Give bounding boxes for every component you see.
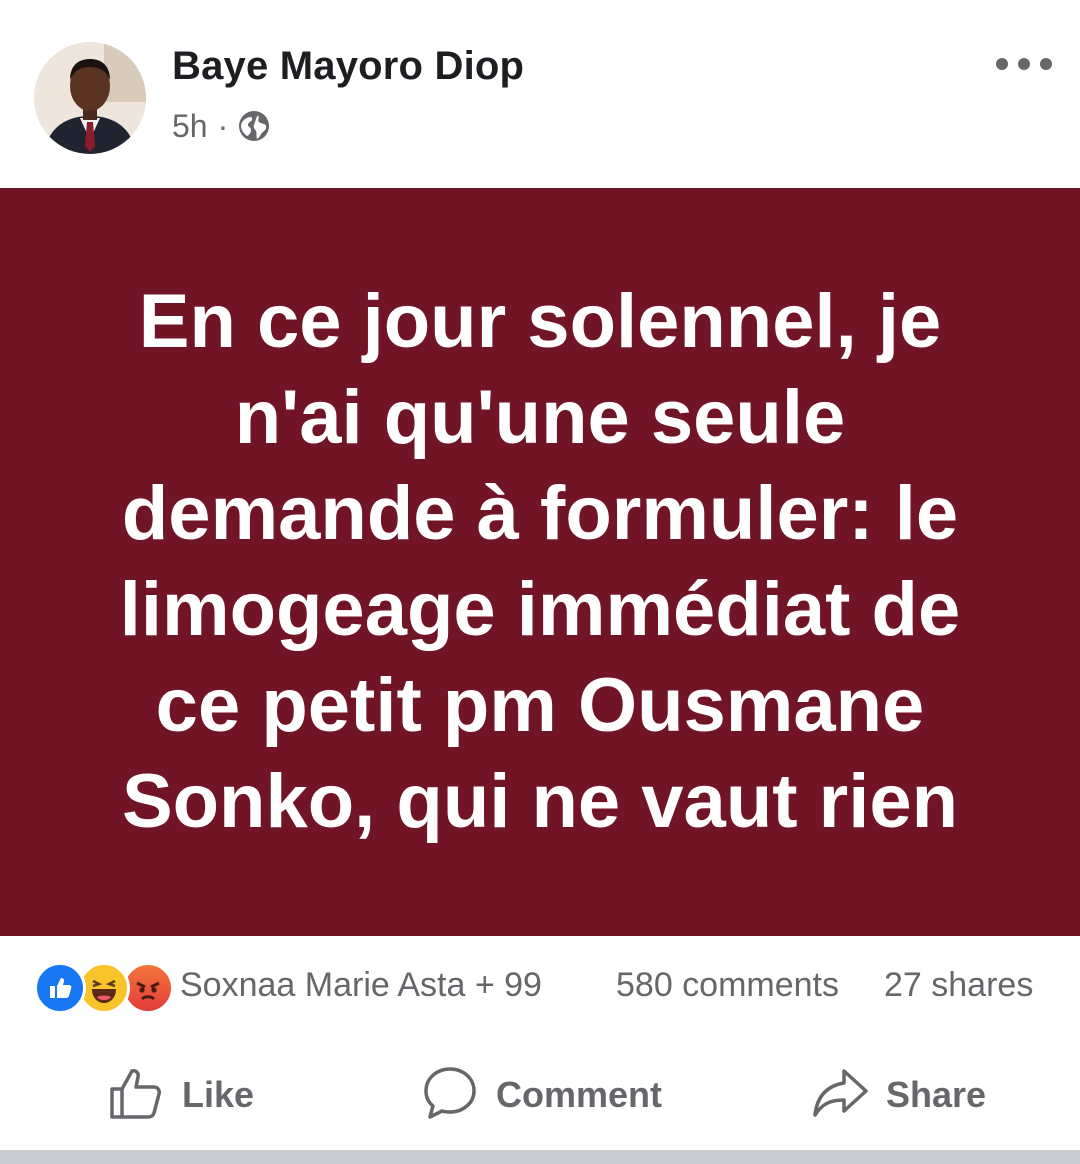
avatar-photo [34, 42, 146, 154]
comments-count[interactable]: 580 comments [616, 962, 839, 1008]
post-header: Baye Mayoro Diop 5h · [0, 0, 1080, 188]
author-avatar[interactable] [34, 42, 146, 154]
post-text: En ce jour solennel, je n'ai qu'une seul… [119, 279, 961, 844]
meta-separator: · [217, 107, 229, 144]
comment-button[interactable]: Comment [420, 1050, 662, 1140]
thumbs-up-icon [106, 1063, 166, 1128]
post-meta: 5h · [172, 106, 270, 146]
post-time[interactable]: 5h [172, 108, 208, 145]
shares-count[interactable]: 27 shares [884, 962, 1033, 1008]
like-label: Like [182, 1074, 255, 1115]
reaction-icons[interactable] [34, 962, 174, 1014]
comment-bubble-icon [420, 1063, 480, 1128]
share-label: Share [886, 1074, 987, 1115]
comment-label: Comment [496, 1074, 663, 1115]
share-arrow-icon [810, 1063, 870, 1128]
reactors-text[interactable]: Soxnaa Marie Asta + 99 [180, 962, 542, 1008]
dot-icon [996, 58, 1008, 70]
author-name[interactable]: Baye Mayoro Diop [172, 44, 524, 89]
reactions-summary: Soxnaa Marie Asta + 99 580 comments 27 s… [0, 950, 1080, 1020]
dot-icon [1040, 58, 1052, 70]
feed-divider [0, 1150, 1080, 1164]
share-button[interactable]: Share [810, 1050, 986, 1140]
globe-icon [238, 110, 270, 142]
like-icon [34, 962, 86, 1014]
post-actions: Like Comment Share [0, 1050, 1080, 1140]
post-content-card[interactable]: En ce jour solennel, je n'ai qu'une seul… [0, 188, 1080, 936]
dot-icon [1018, 58, 1030, 70]
more-options-button[interactable] [996, 50, 1052, 78]
like-button[interactable]: Like [106, 1050, 254, 1140]
